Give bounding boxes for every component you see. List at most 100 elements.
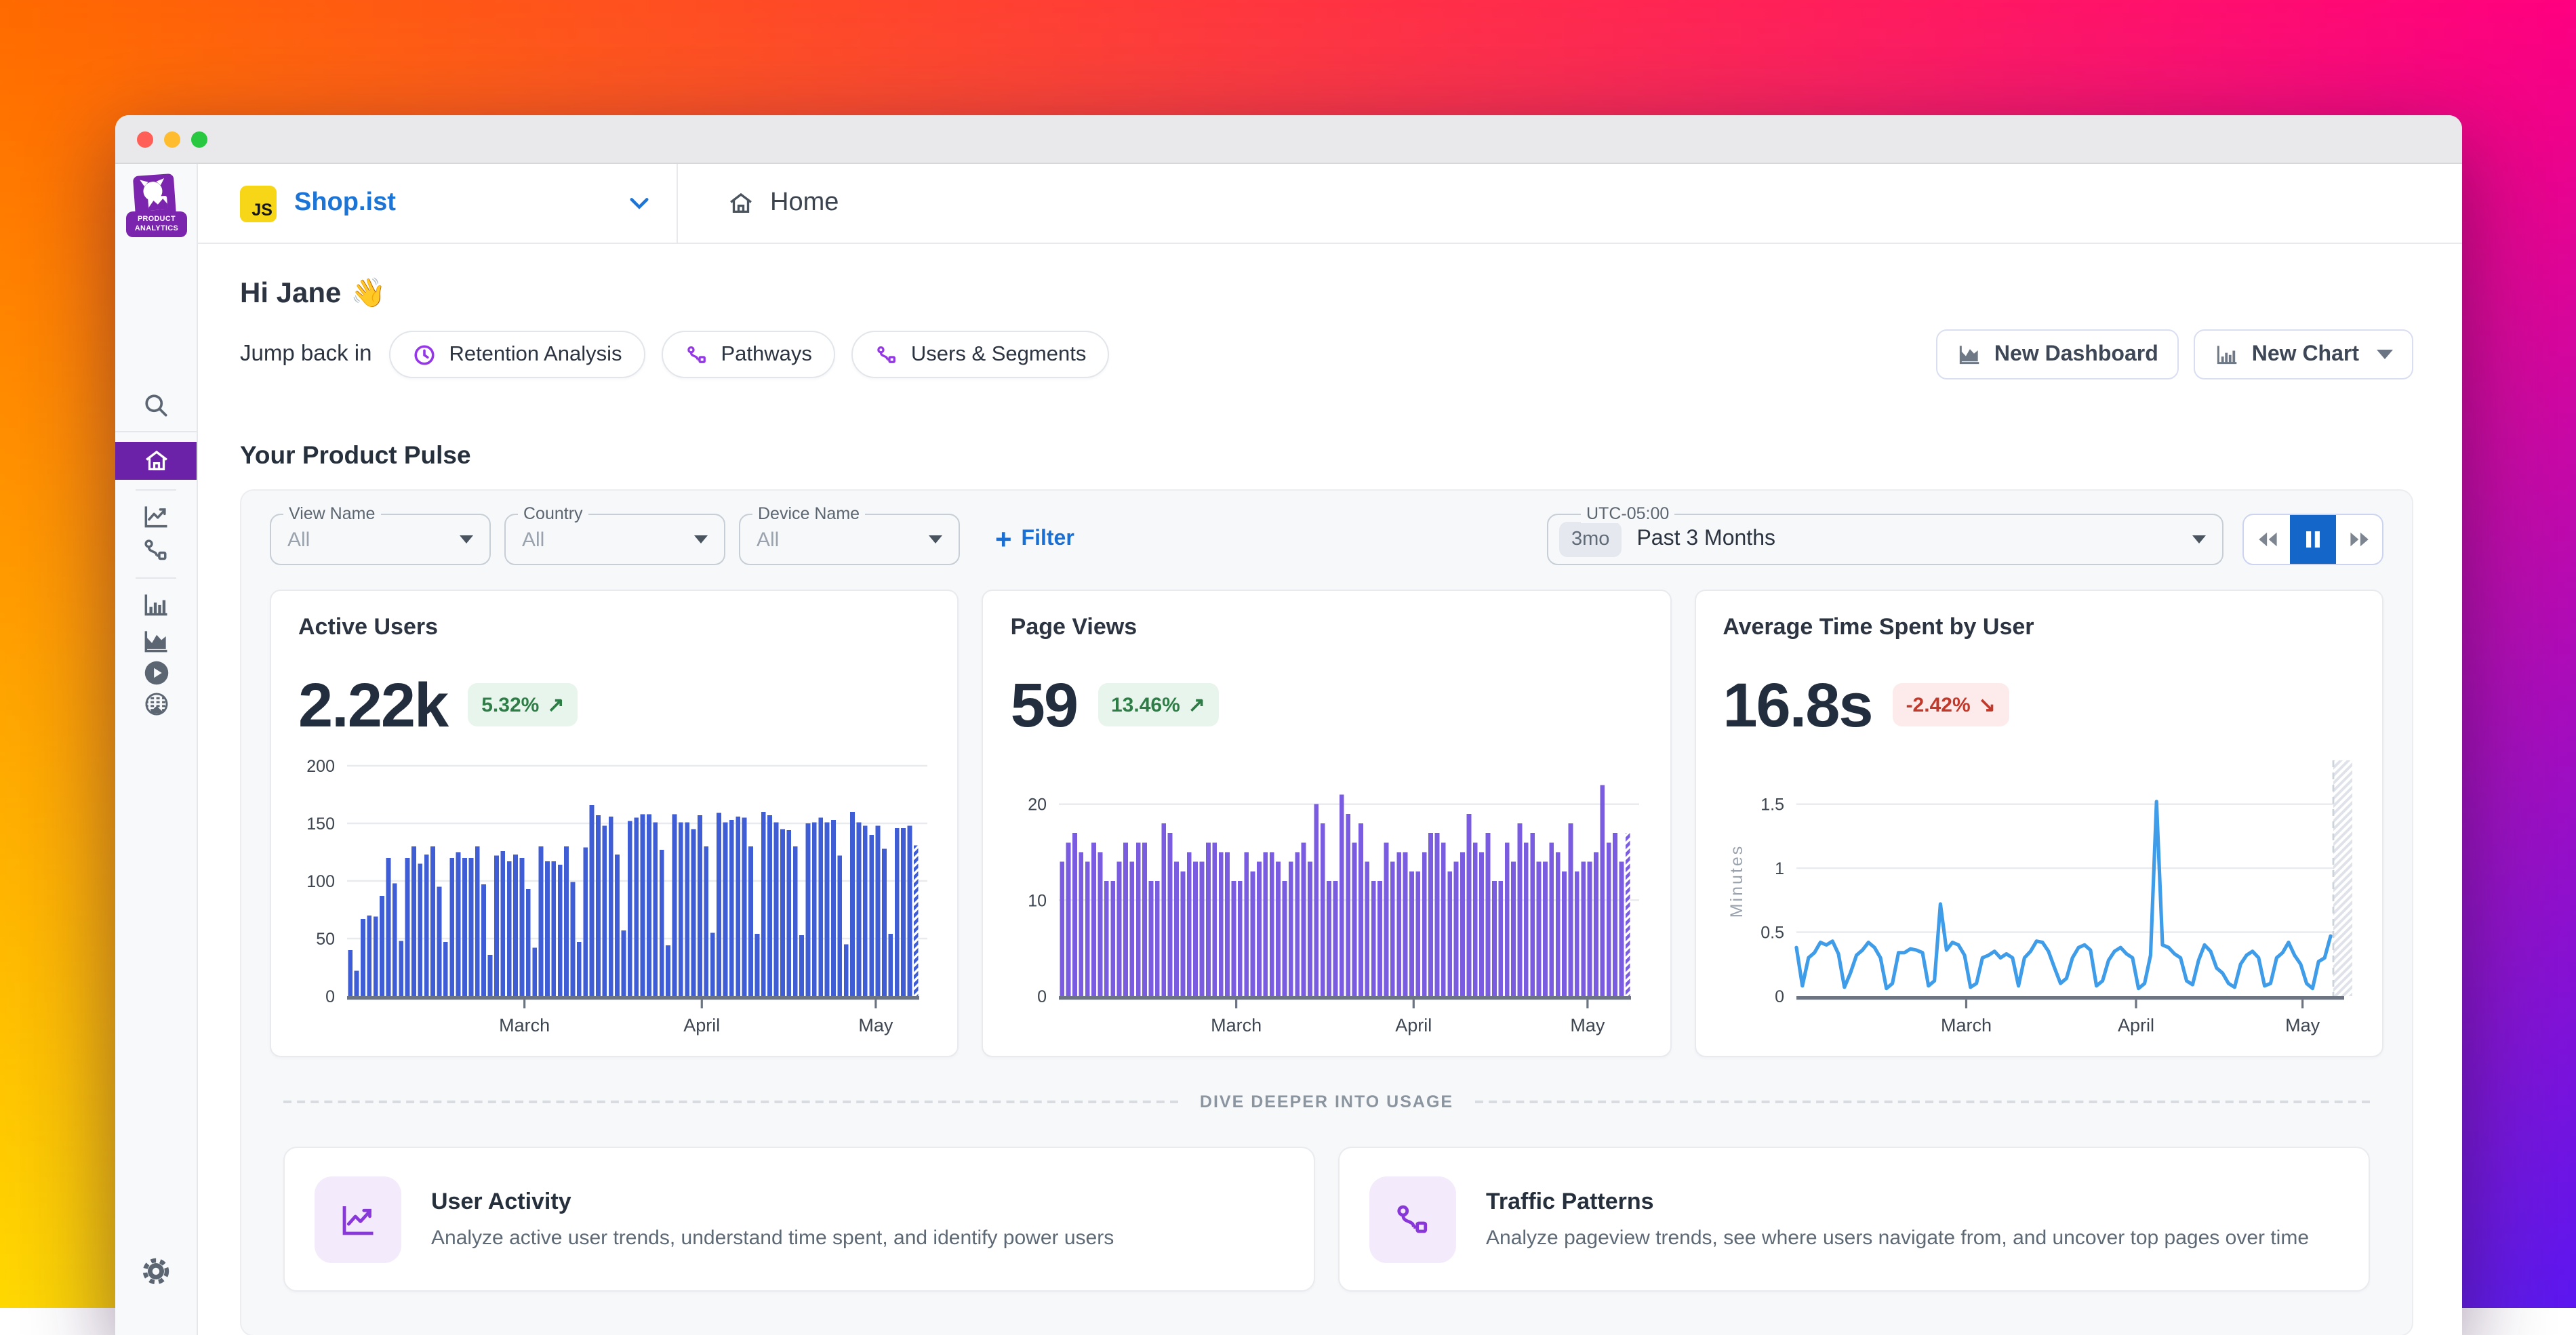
sidebar: PRODUCTANALYTICS [115, 164, 198, 1335]
sidebar-divider-small [136, 577, 176, 579]
line-chart-icon [315, 1176, 401, 1262]
close-window-button[interactable] [137, 131, 153, 147]
gear-icon [140, 1255, 172, 1288]
zoom-window-button[interactable] [191, 131, 207, 147]
dropdown-arrow-icon [460, 535, 473, 543]
play-icon [140, 657, 172, 689]
sidebar-item-bar-charts[interactable] [115, 590, 197, 619]
tab-home[interactable]: Home [678, 164, 839, 243]
svg-text:Minutes: Minutes [1727, 844, 1746, 918]
change-badge: 13.46%↗ [1098, 683, 1219, 726]
minimize-window-button[interactable] [164, 131, 180, 147]
pathways-icon [685, 342, 709, 367]
svg-text:100: 100 [306, 872, 335, 891]
sidebar-item-area-charts[interactable] [115, 626, 197, 656]
pause-button[interactable] [2290, 515, 2336, 564]
product-analytics-logo[interactable]: PRODUCTANALYTICS [126, 175, 187, 237]
segments-icon [874, 342, 899, 367]
trend-up-arrow-icon: ↗ [1188, 693, 1205, 717]
rewind-icon [2255, 530, 2278, 549]
search-icon[interactable] [115, 390, 197, 420]
avg-time-card: Average Time Spent by User 16.8s -2.42%↘… [1694, 590, 2383, 1057]
chevron-down-icon [629, 197, 649, 210]
svg-text:May: May [858, 1015, 893, 1035]
app-window: PRODUCTANALYTICS [115, 115, 2462, 1335]
project-switcher[interactable]: JS Shop.ist [198, 164, 678, 243]
chip-label: Pathways [721, 342, 812, 367]
metric-value: 16.8s [1723, 668, 1872, 741]
area-chart-icon [1956, 342, 1982, 367]
svg-text:May: May [2285, 1015, 2320, 1035]
sidebar-divider [115, 431, 197, 432]
project-name: Shop.ist [294, 188, 396, 218]
sidebar-item-home-active[interactable] [115, 442, 197, 480]
rewind-button[interactable] [2244, 515, 2290, 564]
chip-retention-analysis[interactable]: Retention Analysis [389, 331, 645, 378]
traffic-patterns-card[interactable]: Traffic Patterns Analyze pageview trends… [1338, 1147, 2370, 1292]
screen: PRODUCTANALYTICS [0, 0, 2576, 1307]
avg-time-line-chart: 0 0.5 1 1.5 March April May Minutes [1723, 755, 2355, 1042]
fast-forward-icon [2348, 530, 2371, 549]
svg-text:50: 50 [316, 930, 335, 949]
svg-text:0.5: 0.5 [1760, 924, 1784, 943]
page-views-card: Page Views 59 13.46%↗ 01020MarchAprilMay [982, 590, 1672, 1057]
svg-text:April: April [2117, 1015, 2154, 1035]
change-badge: 5.32%↗ [468, 683, 578, 726]
sidebar-item-trends[interactable] [115, 501, 197, 531]
bar-chart-icon [141, 590, 171, 619]
dropdown-arrow-icon [929, 535, 942, 543]
svg-text:1.5: 1.5 [1760, 796, 1784, 815]
sidebar-item-pathways[interactable] [115, 535, 197, 565]
svg-text:March: March [1940, 1015, 1991, 1035]
svg-text:March: March [499, 1015, 550, 1035]
trend-down-arrow-icon: ↘ [1979, 693, 1996, 717]
retention-icon [412, 342, 437, 367]
time-range-select[interactable]: UTC-05:00 3mo Past 3 Months [1547, 514, 2223, 565]
area-chart-icon [141, 626, 171, 656]
settings-gear-icon[interactable] [115, 1255, 197, 1288]
playback-controls [2242, 514, 2383, 565]
bar-chart-icon [2214, 342, 2240, 367]
pathways-icon [141, 535, 171, 565]
chip-label: Users & Segments [911, 342, 1086, 367]
chip-pathways[interactable]: Pathways [662, 331, 835, 378]
globe-icon [140, 689, 172, 720]
change-badge: -2.42%↘ [1893, 683, 2009, 726]
card-title: Active Users [298, 614, 931, 641]
product-pulse-panel: View Name All Country All Device Name [240, 489, 2413, 1335]
country-select[interactable]: Country All [504, 514, 725, 565]
window-titlebar[interactable] [115, 115, 2462, 164]
chevron-down-icon [2377, 350, 2393, 359]
user-activity-card[interactable]: User Activity Analyze active user trends… [283, 1147, 1315, 1292]
active-users-card: Active Users 2.22k 5.32%↗ 050100150200Ma… [270, 590, 959, 1057]
dropdown-arrow-icon [694, 535, 708, 543]
svg-text:150: 150 [306, 815, 335, 834]
chip-users-segments[interactable]: Users & Segments [851, 331, 1109, 378]
page-views-bar-chart: 01020MarchAprilMay [1011, 755, 1643, 1042]
device-name-select[interactable]: Device Name All [739, 514, 960, 565]
wave-emoji: 👋 [350, 278, 386, 310]
fast-forward-button[interactable] [2336, 515, 2382, 564]
jump-back-label: Jump back in [240, 342, 371, 367]
new-chart-button[interactable]: New Chart [2194, 329, 2413, 379]
svg-text:April: April [683, 1015, 720, 1035]
sidebar-item-recordings[interactable] [115, 657, 197, 689]
add-filter-button[interactable]: + Filter [995, 525, 1074, 554]
sidebar-divider-small [136, 489, 176, 491]
top-navigation-bar: JS Shop.ist Home [198, 164, 2462, 244]
active-users-bar-chart: 050100150200MarchAprilMay [298, 755, 931, 1042]
chip-label: Retention Analysis [449, 342, 622, 367]
section-title-product-pulse: Your Product Pulse [240, 440, 2413, 470]
deep-dive-title: Traffic Patterns [1486, 1189, 2309, 1216]
svg-text:0: 0 [1038, 987, 1047, 1006]
new-dashboard-button[interactable]: New Dashboard [1936, 329, 2179, 379]
dropdown-arrow-icon [2192, 535, 2206, 543]
sidebar-item-web-analytics[interactable] [115, 689, 197, 720]
svg-text:1: 1 [1774, 859, 1784, 878]
javascript-project-icon: JS [240, 185, 277, 222]
svg-text:0: 0 [1774, 987, 1784, 1006]
pause-icon [2305, 530, 2321, 549]
svg-text:10: 10 [1028, 891, 1047, 910]
logo-banner: PRODUCTANALYTICS [126, 211, 187, 237]
view-name-select[interactable]: View Name All [270, 514, 491, 565]
